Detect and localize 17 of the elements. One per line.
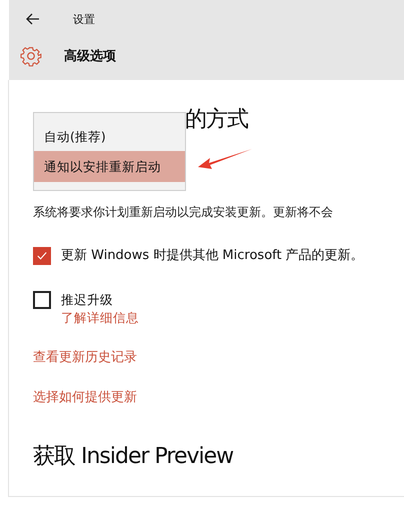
- page-title: 高级选项: [64, 48, 116, 65]
- dropdown-option[interactable]: 通知以安排重新启动: [34, 151, 185, 182]
- checkbox-label: 更新 Windows 时提供其他 Microsoft 产品的更新。: [61, 247, 364, 265]
- checkbox[interactable]: [33, 247, 51, 265]
- annotation-arrow: [197, 148, 253, 170]
- description-text: 系统将要求你计划重新启动以完成安装更新。更新将不会: [33, 204, 334, 221]
- back-arrow-icon[interactable]: [26, 13, 40, 25]
- settings-link[interactable]: 选择如何提供更新: [33, 389, 137, 407]
- dropdown-option[interactable]: 自动(推荐): [34, 123, 185, 151]
- window-title: 设置: [73, 12, 95, 26]
- learn-more-link[interactable]: 了解详细信息: [61, 309, 139, 327]
- checkbox[interactable]: [33, 291, 51, 309]
- section-heading: 的方式: [184, 106, 249, 134]
- settings-icon: [20, 45, 42, 67]
- settings-link[interactable]: 查看更新历史记录: [33, 349, 137, 367]
- checkbox-label: 推迟升级: [61, 291, 114, 309]
- section-heading: 获取 Insider Preview: [33, 443, 234, 471]
